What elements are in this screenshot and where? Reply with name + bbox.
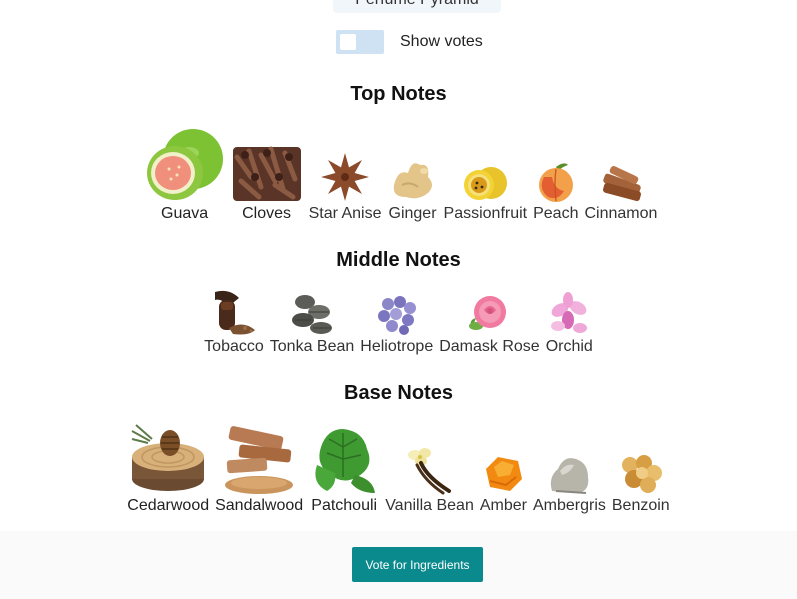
- note-label: Cedarwood: [127, 497, 210, 514]
- note-cloves[interactable]: Cloves: [231, 137, 303, 223]
- note-peach[interactable]: Peach: [533, 161, 578, 223]
- note-label: Vanilla Bean: [385, 497, 474, 514]
- middle-notes-title: Middle Notes: [336, 249, 461, 271]
- tonka-bean-icon: [292, 295, 333, 334]
- note-damask-rose[interactable]: Damask Rose: [439, 292, 540, 356]
- note-label: Star Anise: [308, 205, 382, 222]
- patchouli-icon: [315, 429, 376, 493]
- base-notes-title: Base Notes: [344, 382, 453, 404]
- cinnamon-icon: [602, 166, 641, 202]
- note-label: Passionfruit: [443, 205, 528, 222]
- note-label: Tobacco: [204, 338, 264, 355]
- sandalwood-icon: [225, 426, 294, 494]
- guava-icon: [146, 129, 223, 200]
- star-anise-icon: [321, 153, 370, 201]
- note-passionfruit[interactable]: Passionfruit: [443, 163, 528, 223]
- show-votes-label: Show votes: [400, 33, 483, 50]
- base-notes-row: Cedarwood Sandalwood Patchouli Vanilla B…: [0, 423, 797, 515]
- note-label: Guava: [161, 205, 209, 222]
- note-tobacco[interactable]: Tobacco: [204, 290, 264, 356]
- show-votes-toggle[interactable]: [336, 30, 384, 54]
- note-patchouli[interactable]: Patchouli: [309, 425, 379, 515]
- note-label: Cinnamon: [584, 205, 658, 222]
- pyramid-tab-label: Perfume Pyramid: [355, 0, 479, 8]
- note-amber[interactable]: Amber: [480, 451, 527, 515]
- amber-icon: [486, 457, 523, 491]
- tobacco-icon: [214, 290, 255, 335]
- note-ambergris[interactable]: Ambergris: [533, 451, 606, 515]
- vote-for-ingredients-button[interactable]: Vote for Ingredients: [352, 547, 483, 582]
- heliotrope-icon: [377, 296, 416, 335]
- note-label: Heliotrope: [360, 338, 434, 355]
- note-label: Patchouli: [311, 497, 378, 514]
- damask-rose-icon: [469, 296, 507, 330]
- note-cedarwood[interactable]: Cedarwood: [127, 423, 209, 515]
- perfume-pyramid-tab[interactable]: Perfume Pyramid: [333, 0, 501, 13]
- toggle-knob: [340, 34, 356, 50]
- middle-notes-row: Tobacco Tonka Bean Heliotrope Damask Ros…: [0, 290, 797, 356]
- note-label: Damask Rose: [439, 338, 540, 355]
- note-label: Ambergris: [532, 497, 606, 514]
- note-label: Cloves: [242, 205, 292, 222]
- peach-icon: [538, 163, 573, 202]
- benzoin-icon: [621, 455, 662, 493]
- note-vanilla-bean[interactable]: Vanilla Bean: [385, 447, 474, 515]
- note-star-anise[interactable]: Star Anise: [309, 149, 382, 223]
- note-benzoin[interactable]: Benzoin: [612, 451, 670, 515]
- ambergris-icon: [551, 458, 589, 494]
- show-votes-row: Show votes: [336, 30, 483, 54]
- note-label: Ginger: [388, 205, 437, 222]
- ginger-icon: [393, 163, 432, 199]
- note-ginger[interactable]: Ginger: [388, 155, 438, 223]
- note-orchid[interactable]: Orchid: [546, 292, 593, 356]
- note-cinnamon[interactable]: Cinnamon: [584, 163, 657, 223]
- note-label: Peach: [533, 205, 579, 222]
- passionfruit-icon: [464, 167, 508, 200]
- note-label: Amber: [479, 497, 527, 514]
- cloves-icon: [232, 146, 301, 201]
- note-label: Benzoin: [611, 497, 670, 514]
- note-sandalwood[interactable]: Sandalwood: [215, 425, 303, 515]
- vanilla-bean-icon: [407, 448, 451, 495]
- cedarwood-icon: [131, 424, 205, 491]
- note-guava[interactable]: Guava: [145, 125, 225, 223]
- note-label: Sandalwood: [215, 497, 304, 514]
- note-heliotrope[interactable]: Heliotrope: [360, 292, 433, 356]
- top-notes-row: Guava Cloves Star Anise Ginger Passionfr…: [0, 125, 797, 223]
- orchid-icon: [551, 292, 588, 333]
- perfume-page: Perfume Pyramid Show votes Top Notes Gua…: [0, 0, 797, 599]
- note-tonka-bean[interactable]: Tonka Bean: [269, 290, 355, 356]
- note-label: Tonka Bean: [269, 338, 355, 355]
- top-notes-title: Top Notes: [350, 83, 447, 105]
- note-label: Orchid: [545, 338, 593, 355]
